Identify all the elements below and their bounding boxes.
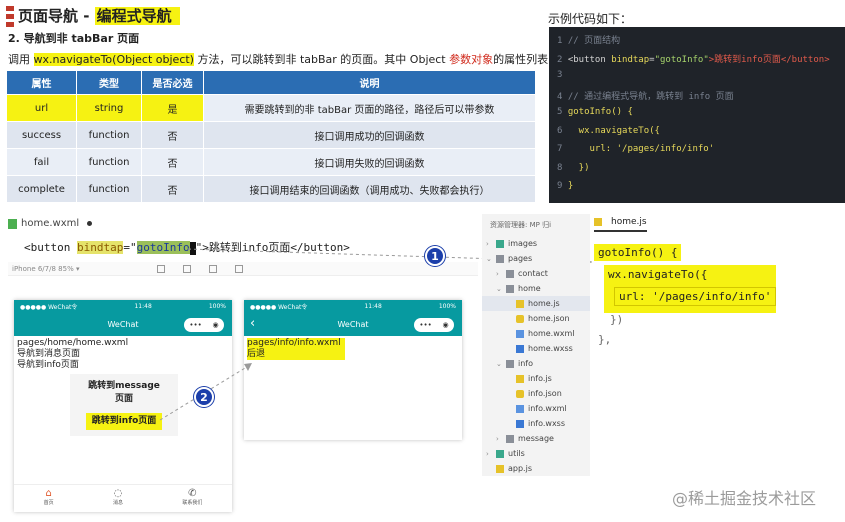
arrow-2-head bbox=[244, 363, 252, 371]
step-badge-1: 1 bbox=[425, 246, 445, 266]
folder-file-icon bbox=[506, 359, 514, 368]
js-file-icon bbox=[516, 299, 524, 308]
tree-item-app-js[interactable]: app.js bbox=[482, 461, 590, 476]
step-badge-2: 2 bbox=[194, 387, 214, 407]
tree-item-label: info.js bbox=[528, 374, 552, 383]
js-close-call: }) bbox=[610, 313, 624, 326]
watermark: @稀土掘金技术社区 bbox=[672, 489, 817, 508]
tree-item-message[interactable]: › message bbox=[482, 431, 590, 446]
js-file-tab[interactable]: home.js bbox=[594, 217, 647, 232]
tree-item-label: contact bbox=[518, 269, 548, 278]
tree-item-info-wxml[interactable]: info.wxml bbox=[482, 401, 590, 416]
annotation-arrows bbox=[159, 248, 593, 421]
tree-item-home[interactable]: ⌄ home bbox=[482, 281, 590, 296]
tree-item-label: utils bbox=[508, 449, 525, 458]
chevron-icon: ⌄ bbox=[496, 284, 502, 293]
img-file-icon bbox=[496, 449, 504, 458]
tree-item-info-js[interactable]: info.js bbox=[482, 371, 590, 386]
tree-item-info[interactable]: ⌄ info bbox=[482, 356, 590, 371]
wxss-file-icon bbox=[516, 344, 524, 353]
tree-item-info-json[interactable]: info.json bbox=[482, 386, 590, 401]
tree-item-label: home bbox=[518, 284, 541, 293]
js-close-fn: }, bbox=[598, 333, 612, 346]
folder-file-icon bbox=[506, 434, 514, 443]
json-file-icon bbox=[516, 389, 524, 398]
js-file-icon bbox=[516, 374, 524, 383]
js-file-icon bbox=[594, 218, 602, 226]
tree-item-label: info bbox=[518, 359, 534, 368]
wxss-file-icon bbox=[516, 419, 524, 428]
tree-item-label: info.json bbox=[528, 389, 562, 398]
folder-file-icon bbox=[506, 269, 514, 278]
tree-item-info-wxss[interactable]: info.wxss bbox=[482, 416, 590, 431]
chevron-icon: › bbox=[486, 239, 489, 248]
img-file-icon bbox=[496, 239, 504, 248]
tree-item-label: info.wxss bbox=[528, 419, 566, 428]
tree-item-label: home.wxss bbox=[528, 344, 573, 353]
tree-item-label: images bbox=[508, 239, 538, 248]
tree-item-home-wxss[interactable]: home.wxss bbox=[482, 341, 590, 356]
chevron-icon: ⌄ bbox=[486, 254, 492, 263]
chevron-icon: › bbox=[486, 449, 489, 458]
js-file-name: home.js bbox=[611, 217, 647, 227]
file-explorer: 资源管理器: MP 归i › images ⌄ pages › contact ⌄ home h… bbox=[482, 214, 590, 476]
tree-item-label: home.js bbox=[528, 299, 560, 308]
tree-item-label: home.json bbox=[528, 314, 570, 323]
wxml-file-icon bbox=[516, 329, 524, 338]
tree-item-contact[interactable]: › contact bbox=[482, 266, 590, 281]
explorer-header: 资源管理器: MP 归i bbox=[490, 221, 552, 229]
tree-item-label: app.js bbox=[508, 464, 532, 473]
chevron-icon: ⌄ bbox=[496, 359, 502, 368]
tree-item-utils[interactable]: › utils bbox=[482, 446, 590, 461]
tree-item-images[interactable]: › images bbox=[482, 236, 590, 251]
tree-item-label: pages bbox=[508, 254, 533, 263]
tree-item-label: home.wxml bbox=[528, 329, 575, 338]
tree-item-pages[interactable]: ⌄ pages bbox=[482, 251, 590, 266]
json-file-icon bbox=[516, 314, 524, 323]
js-file-icon bbox=[496, 464, 504, 473]
js-url-line[interactable]: url: '/pages/info/info' bbox=[614, 287, 777, 306]
tree-item-home-wxml[interactable]: home.wxml bbox=[482, 326, 590, 341]
wxml-file-icon bbox=[516, 404, 524, 413]
chevron-icon: › bbox=[496, 269, 499, 278]
js-function-line[interactable]: gotoInfo() { bbox=[594, 244, 682, 261]
tree-item-label: info.wxml bbox=[528, 404, 567, 413]
folder-file-icon bbox=[496, 254, 504, 263]
chevron-icon: › bbox=[496, 434, 499, 443]
tree-item-home-json[interactable]: home.json bbox=[482, 311, 590, 326]
folder-file-icon bbox=[506, 284, 514, 293]
tree-item-label: message bbox=[518, 434, 554, 443]
tree-item-home-js[interactable]: home.js bbox=[482, 296, 590, 311]
